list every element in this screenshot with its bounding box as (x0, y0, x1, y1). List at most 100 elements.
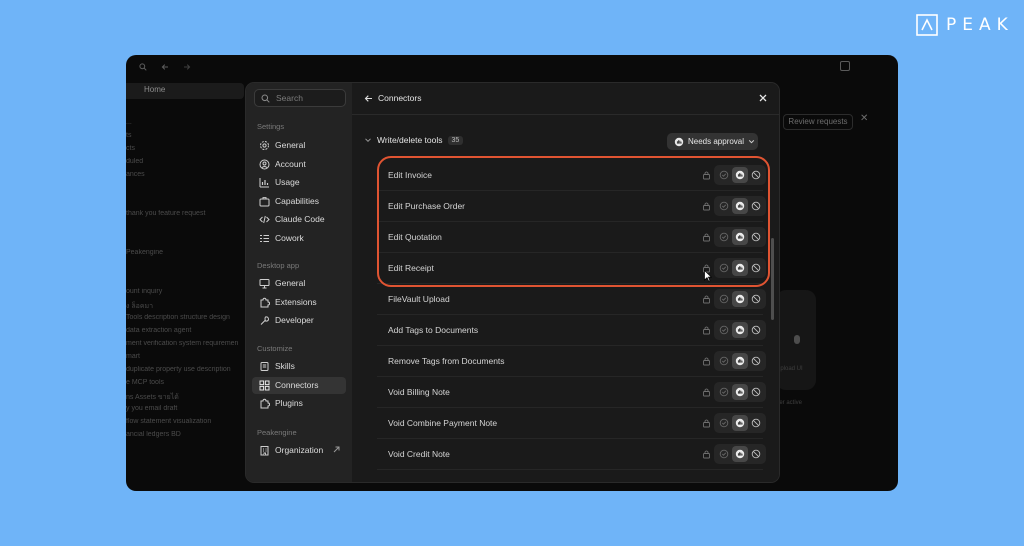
recent-chat-item[interactable]: duplicate property use description (126, 366, 246, 379)
block-option[interactable] (748, 446, 764, 462)
block-option[interactable] (748, 415, 764, 431)
needs-approval-option[interactable] (732, 446, 748, 462)
recent-chat-item[interactable] (126, 236, 246, 249)
sidebar-item-desktop-developer[interactable]: Developer (252, 312, 346, 329)
tool-name: Add Tags to Documents (388, 325, 479, 335)
recent-chat-item[interactable] (126, 223, 246, 236)
section-label-desktop: Desktop app (257, 261, 300, 270)
scrollbar[interactable] (771, 238, 774, 320)
always-allow-option[interactable] (716, 322, 732, 338)
block-icon (751, 387, 761, 397)
highlight-annotation (377, 156, 770, 287)
forward-arrow-icon[interactable] (182, 62, 192, 72)
tool-row: Void Billing Note (377, 377, 766, 408)
permission-selector (714, 413, 766, 433)
needs-approval-option[interactable] (732, 384, 748, 400)
external-link-icon (333, 446, 340, 453)
recent-chat-item[interactable]: ment verification system requiremen (126, 340, 246, 353)
sidebar-item-settings-claude-code[interactable]: Claude Code (252, 211, 346, 228)
scroll-icon (260, 362, 269, 371)
recent-chat-item[interactable] (126, 262, 246, 275)
recent-chat-item[interactable]: thank you feature request (126, 210, 246, 223)
sidebar-item-desktop-extensions[interactable]: Extensions (252, 294, 346, 311)
needs-approval-option[interactable] (732, 415, 748, 431)
recent-chat-item[interactable]: Tools description structure design (126, 314, 246, 327)
recent-chat-item[interactable]: ts (126, 132, 246, 145)
always-allow-option[interactable] (716, 384, 732, 400)
recent-chat-item[interactable]: e MCP tools (126, 379, 246, 392)
hand-icon (674, 137, 684, 146)
tool-name: FileVault Upload (388, 294, 450, 304)
sidebar-item-label: Connectors (275, 379, 319, 390)
close-icon[interactable]: ✕ (860, 113, 868, 124)
recent-chat-item[interactable]: cts (126, 145, 246, 158)
recent-chat-item[interactable]: Peakengine (126, 249, 246, 262)
search-icon[interactable] (138, 62, 148, 72)
recent-chat-item[interactable]: y you email draft (126, 405, 246, 418)
sidebar-home-item[interactable]: Home (126, 83, 244, 99)
recent-chat-item[interactable] (126, 184, 246, 197)
block-option[interactable] (748, 384, 764, 400)
needs-approval-option[interactable] (732, 291, 748, 307)
recent-chat-item[interactable]: mart (126, 353, 246, 366)
recent-chat-item[interactable] (126, 197, 246, 210)
sidebar-item-label: Skills (275, 361, 295, 371)
always-allow-option[interactable] (716, 353, 732, 369)
checklist-icon (260, 234, 269, 242)
check-circle-icon (719, 418, 729, 428)
sidebar-item-customize-connectors[interactable]: Connectors (252, 376, 346, 394)
hand-icon (735, 294, 745, 304)
lock-icon (703, 388, 710, 397)
lock-icon (703, 357, 710, 366)
needs-approval-option[interactable] (732, 322, 748, 338)
section-label-settings: Settings (257, 122, 285, 131)
back-to-connectors[interactable]: Connectors (364, 93, 421, 103)
back-arrow-icon (364, 94, 372, 102)
recent-chat-item[interactable]: ancial ledgers BD (126, 431, 246, 444)
recent-chat-item[interactable]: flow statement visualization (126, 418, 246, 431)
group-permission-dropdown[interactable]: Needs approval (667, 133, 758, 150)
sidebar-item-settings-usage[interactable]: Usage (252, 174, 346, 191)
sidebar-item-settings-general[interactable]: General (252, 137, 346, 154)
always-allow-option[interactable] (716, 446, 732, 462)
wrench-icon (260, 316, 270, 325)
briefcase-icon (259, 196, 270, 206)
recent-chat-item[interactable] (126, 275, 246, 288)
always-allow-option[interactable] (716, 415, 732, 431)
sidebar-item-settings-cowork[interactable]: Cowork (252, 230, 346, 247)
sidebar-item-settings-capabilities[interactable]: Capabilities (252, 193, 346, 210)
recent-chat-item[interactable]: ount inquiry (126, 288, 246, 301)
always-allow-option[interactable] (716, 291, 732, 307)
tool-group-header[interactable]: Write/delete tools 35 (364, 135, 464, 145)
close-icon[interactable] (758, 93, 768, 103)
block-option[interactable] (748, 353, 764, 369)
puzzle-icon (260, 297, 270, 307)
block-option[interactable] (748, 291, 764, 307)
recent-chat-item[interactable]: duled (126, 158, 246, 171)
brand-name: PEAK (946, 15, 1014, 35)
sidebar-item-customize-skills[interactable]: Skills (252, 358, 346, 375)
block-icon (751, 418, 761, 428)
chart-icon (259, 178, 269, 188)
back-arrow-icon[interactable] (160, 62, 170, 72)
recent-chat-item[interactable]: ง ล็อคมา (126, 301, 246, 314)
chevron-down-icon (365, 138, 371, 143)
sidebar-item-customize-plugins[interactable]: Plugins (252, 395, 346, 412)
needs-approval-option[interactable] (732, 353, 748, 369)
background-text: Upload UI (776, 366, 803, 372)
block-option[interactable] (748, 322, 764, 338)
sidebar-item-label: Claude Code (275, 214, 325, 224)
sidebar-item-settings-account[interactable]: Account (252, 156, 346, 173)
sidebar-item-desktop-general[interactable]: General (252, 275, 346, 292)
sidebar-item-org-organization[interactable]: Organization (252, 442, 346, 459)
recent-chat-item[interactable]: data extraction agent (126, 327, 246, 340)
review-requests-button[interactable]: Review requests (783, 114, 853, 130)
recent-chats-list: ... ts cts duled ances thank you feature requ… (126, 119, 246, 444)
recent-chat-item[interactable]: ances (126, 171, 246, 184)
window-icon[interactable] (840, 61, 850, 71)
recent-chat-item[interactable]: ns Assets ขายได้ (126, 392, 246, 405)
sidebar-item-label: Extensions (275, 296, 317, 307)
search-input[interactable]: Search (254, 89, 346, 107)
settings-sidebar: Search Settings General Account Usage Capab… (246, 83, 352, 482)
recent-chat-item[interactable]: ... (126, 119, 246, 132)
